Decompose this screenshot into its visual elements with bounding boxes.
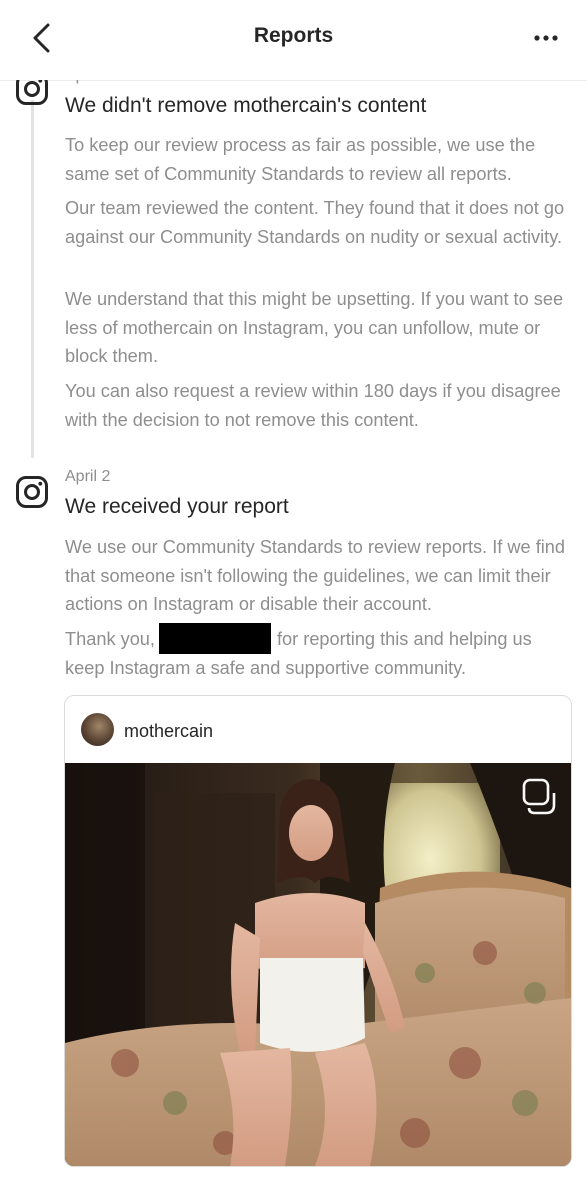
thanks-text-before: Thank you, bbox=[65, 629, 155, 649]
more-horizontal-icon[interactable] bbox=[525, 22, 567, 52]
redacted-username bbox=[158, 623, 271, 654]
post-header: mothercain bbox=[65, 696, 571, 763]
report-title: We received your report bbox=[65, 495, 289, 518]
report-paragraph: To keep our review process as fair as po… bbox=[65, 135, 536, 184]
page-title: Reports bbox=[253, 24, 334, 47]
report-paragraph: We use our Community Standards to review… bbox=[65, 537, 566, 614]
report-title: We didn't remove mothercain's content bbox=[65, 94, 427, 117]
top-nav-bar: Reports bbox=[0, 0, 587, 80]
report-paragraph: Our team reviewed the content. They foun… bbox=[65, 198, 565, 247]
reported-post-card[interactable]: mothercain bbox=[64, 695, 572, 1167]
post-image[interactable] bbox=[65, 763, 571, 1166]
avatar[interactable] bbox=[81, 713, 114, 746]
post-username[interactable]: mothercain bbox=[124, 721, 213, 742]
thanks-paragraph: Thank you, for reporting this and helping… bbox=[65, 623, 570, 683]
report-paragraph: You can also request a review within 180… bbox=[65, 381, 561, 430]
instagram-icon bbox=[16, 476, 48, 508]
timeline-connector bbox=[31, 100, 34, 458]
report-date: April 2 bbox=[65, 468, 111, 485]
report-paragraph: We understand that this might be upsetti… bbox=[65, 289, 564, 366]
